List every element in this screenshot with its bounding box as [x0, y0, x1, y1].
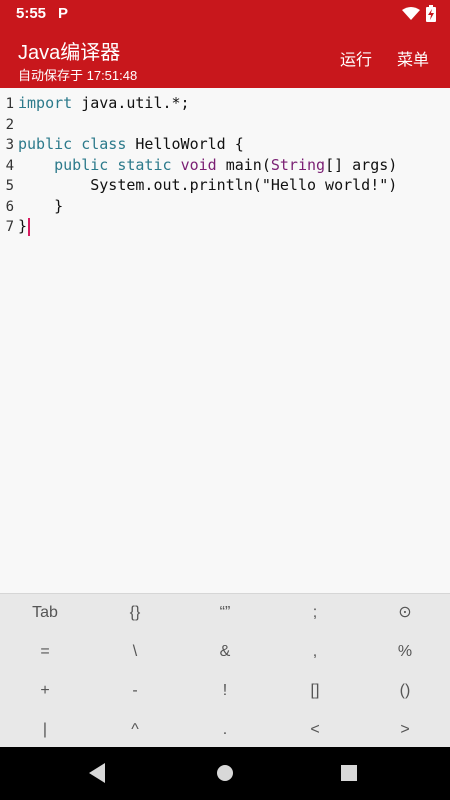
- line-number: 1: [5, 96, 14, 112]
- code-token: }: [18, 217, 28, 235]
- symbol-key[interactable]: []: [270, 672, 360, 710]
- line-number: 2: [5, 116, 14, 133]
- symbol-key[interactable]: =: [0, 633, 90, 671]
- code-token: }: [18, 196, 64, 215]
- code-line[interactable]: 5 System.out.println("Hello world!"): [0, 175, 398, 196]
- symbol-key[interactable]: >: [360, 711, 450, 749]
- status-bar: 5:55 P: [0, 0, 450, 28]
- recent-apps-icon[interactable]: [341, 765, 357, 781]
- code-token: import: [18, 94, 73, 112]
- symbol-key[interactable]: ^: [90, 711, 180, 749]
- status-time: 5:55: [16, 5, 47, 22]
- app-bar: Java编译器 自动保存于 17:51:48 运行 菜单: [0, 28, 450, 88]
- symbol-key[interactable]: .: [180, 711, 270, 749]
- code-line[interactable]: 1 import java.util.*;: [0, 93, 190, 114]
- code-token: [] args): [325, 155, 398, 174]
- symbol-key[interactable]: |: [0, 711, 90, 749]
- symbol-key[interactable]: ;: [270, 594, 360, 632]
- run-button[interactable]: 运行: [340, 46, 372, 70]
- wifi-icon: [402, 6, 420, 20]
- symbol-key[interactable]: “”: [180, 594, 270, 632]
- code-text: public static void main(String[] args): [18, 155, 397, 176]
- code-line[interactable]: 4 public static void main(String[] args): [0, 155, 398, 176]
- symbol-key[interactable]: ,: [270, 633, 360, 671]
- status-icons: [402, 5, 436, 22]
- code-line[interactable]: 3 public class HelloWorld {: [0, 134, 244, 155]
- code-text: public class HelloWorld {: [18, 134, 244, 155]
- code-line[interactable]: 7}: [0, 216, 31, 237]
- code-token: main(: [216, 155, 271, 174]
- line-number: 4: [5, 157, 14, 174]
- app-title: Java编译器: [18, 42, 121, 64]
- code-token: public: [18, 135, 73, 153]
- code-line[interactable]: 2: [0, 114, 18, 135]
- symbol-key[interactable]: !: [180, 672, 270, 710]
- notification-p-icon: P: [58, 5, 69, 22]
- code-text: import java.util.*;: [18, 93, 190, 114]
- code-editor[interactable]: 1 import java.util.*; 2 3 public class Hello…: [0, 88, 450, 593]
- autosave-status: 自动保存于 17:51:48: [18, 68, 138, 83]
- symbol-key[interactable]: <: [270, 711, 360, 749]
- symbol-key[interactable]: {}: [90, 594, 180, 632]
- code-token: void: [180, 155, 217, 174]
- code-token: public: [54, 155, 109, 174]
- navigation-bar: [0, 747, 450, 800]
- code-token: System.out.println("Hello world!"): [18, 176, 398, 194]
- line-number: 5: [5, 178, 14, 194]
- symbol-key[interactable]: +: [0, 672, 90, 710]
- code-token: java.util.*;: [72, 94, 190, 112]
- menu-button[interactable]: 菜单: [397, 46, 429, 70]
- code-token: String: [270, 155, 326, 174]
- code-text: System.out.println("Hello world!"): [18, 175, 397, 196]
- symbol-key[interactable]: &: [180, 633, 270, 671]
- code-text: }: [18, 196, 63, 217]
- symbol-key[interactable]: \: [90, 633, 180, 671]
- line-number: 6: [5, 198, 14, 215]
- symbol-key[interactable]: Tab: [0, 594, 90, 632]
- symbol-key[interactable]: ⊙: [360, 594, 450, 632]
- text-cursor: [28, 217, 31, 236]
- symbol-keyboard: Tab{} “”; ⊙ = \ &,% + -![]() | ^. < >: [0, 593, 450, 748]
- code-token: HelloWorld {: [126, 135, 244, 153]
- code-token: static: [117, 155, 172, 174]
- line-number: 7: [5, 219, 14, 235]
- symbol-key[interactable]: -: [90, 672, 180, 710]
- symbol-key[interactable]: %: [360, 633, 450, 671]
- battery-charging-icon: [426, 5, 436, 22]
- code-line[interactable]: 6 }: [0, 196, 64, 217]
- line-number: 3: [5, 137, 14, 153]
- back-icon[interactable]: [89, 763, 105, 783]
- home-icon[interactable]: [217, 765, 233, 781]
- code-text: }: [18, 216, 31, 237]
- symbol-key[interactable]: (): [360, 672, 450, 710]
- code-token: class: [81, 135, 127, 153]
